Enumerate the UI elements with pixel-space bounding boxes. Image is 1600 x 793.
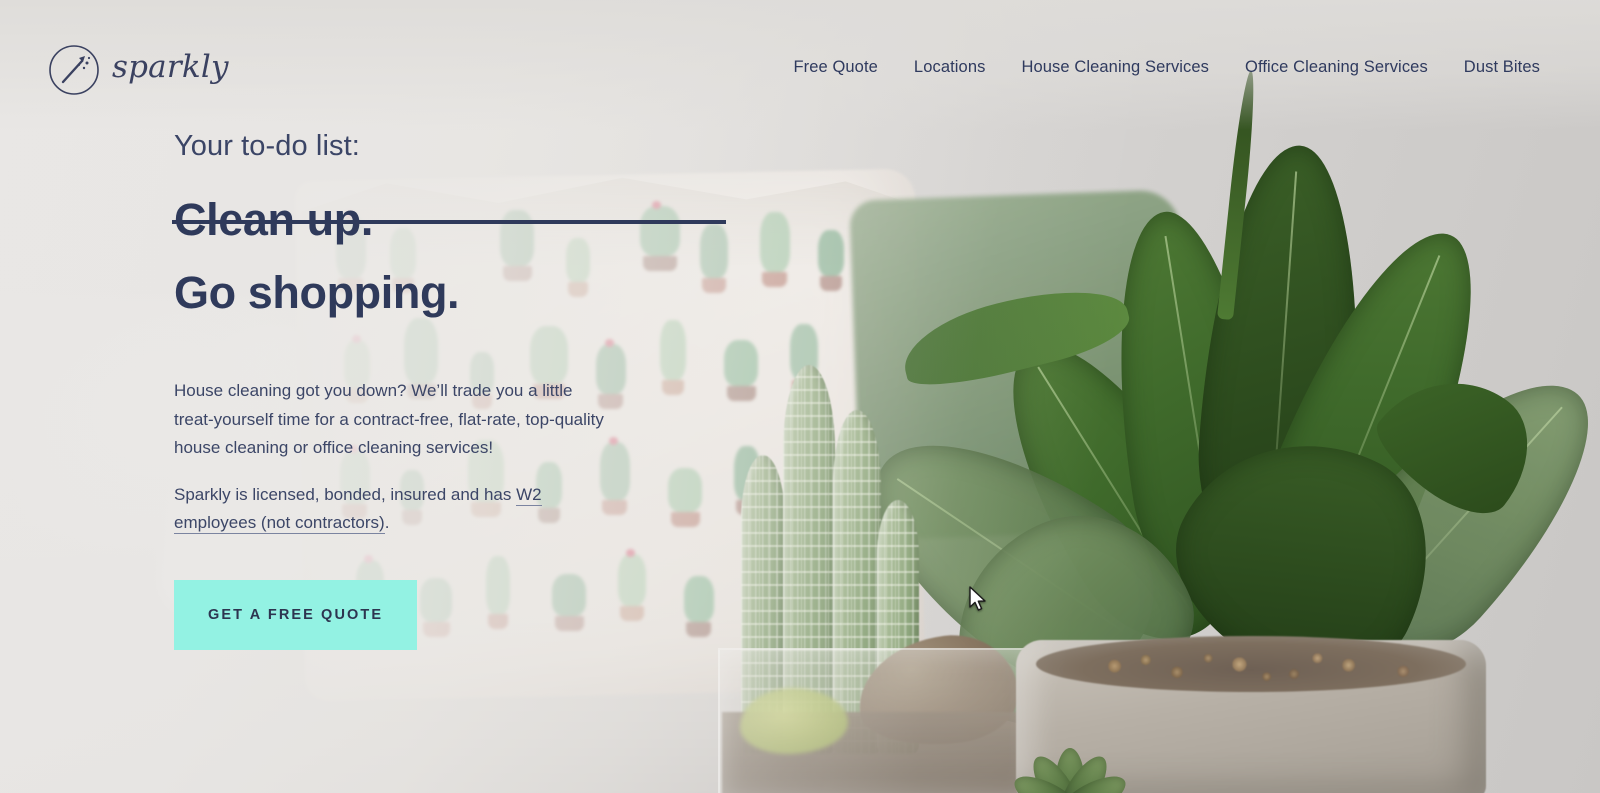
get-a-free-quote-button[interactable]: GET A FREE QUOTE bbox=[174, 579, 418, 650]
nav-item-office-cleaning-services[interactable]: Office Cleaning Services bbox=[1227, 58, 1446, 77]
primary-navigation: Free Quote Locations House Cleaning Serv… bbox=[775, 58, 1558, 77]
hero-headline-struck: Clean up. bbox=[172, 197, 734, 242]
hero-content: Your to-do list: Clean up. Go shopping. … bbox=[172, 130, 734, 650]
pillow-cactus-motif bbox=[818, 230, 844, 292]
hero-headline-active: Go shopping. bbox=[174, 267, 460, 318]
nav-item-locations[interactable]: Locations bbox=[896, 58, 1004, 77]
brand-name: sparkly bbox=[112, 49, 229, 85]
brand-logo-link[interactable]: sparkly bbox=[48, 44, 229, 96]
hero-paragraph-2: Sparkly is licensed, bonded, insured and… bbox=[174, 481, 614, 538]
hero-page: sparkly Free Quote Locations House Clean… bbox=[0, 0, 1600, 793]
hero-paragraph-2-lead: Sparkly is licensed, bonded, insured and… bbox=[174, 484, 517, 504]
nav-item-house-cleaning-services[interactable]: House Cleaning Services bbox=[1003, 58, 1227, 77]
hero-headline: Clean up. Go shopping. bbox=[172, 197, 734, 318]
nav-item-free-quote[interactable]: Free Quote bbox=[775, 58, 895, 77]
nav-item-dust-bites[interactable]: Dust Bites bbox=[1446, 58, 1558, 77]
hero-paragraph-2-tail: . bbox=[384, 513, 390, 532]
pillow-cactus-motif bbox=[760, 212, 790, 288]
hero-paragraph-1: House cleaning got you down? We’ll trade… bbox=[174, 381, 604, 457]
photo-succulent bbox=[980, 720, 1160, 793]
magic-wand-in-circle-icon bbox=[48, 44, 100, 96]
site-header: sparkly Free Quote Locations House Clean… bbox=[0, 0, 1600, 140]
photo-pot-pebbles bbox=[1060, 645, 1450, 689]
hero-description: House cleaning got you down? We’ll trade… bbox=[174, 377, 614, 538]
